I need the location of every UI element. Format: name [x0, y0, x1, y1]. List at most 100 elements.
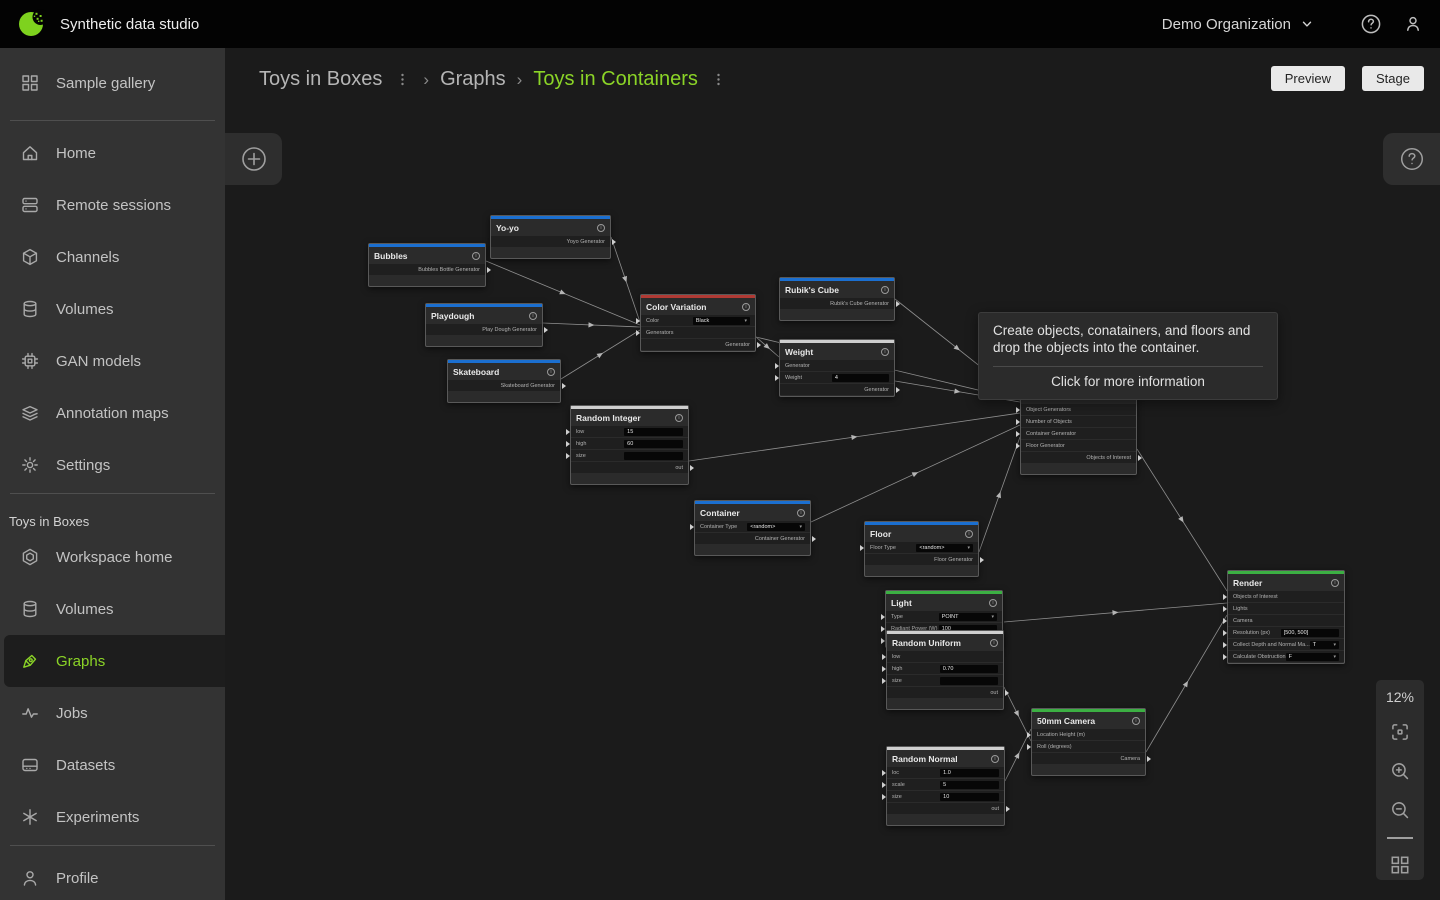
- input-port-icon[interactable]: [1016, 419, 1020, 425]
- node-output-row[interactable]: Generator: [641, 339, 755, 350]
- input-port-icon[interactable]: [881, 614, 885, 620]
- node-input-row[interactable]: size10: [887, 791, 1004, 802]
- node-input-row[interactable]: Number of Objects: [1021, 416, 1136, 427]
- node-input-row[interactable]: high60: [571, 438, 688, 449]
- sidebar-item-annotation-maps[interactable]: Annotation maps: [0, 387, 225, 439]
- sidebar-item-sample-gallery[interactable]: Sample gallery: [0, 48, 225, 118]
- node-field[interactable]: 5: [940, 781, 999, 789]
- input-port-icon[interactable]: [881, 626, 885, 632]
- input-port-icon[interactable]: [1016, 431, 1020, 437]
- input-port-icon[interactable]: [1223, 654, 1227, 660]
- node-input-row[interactable]: Calculate ObstructionF▾: [1228, 651, 1344, 662]
- node-output-row[interactable]: out: [887, 687, 1003, 698]
- node-input-row[interactable]: low: [887, 651, 1003, 662]
- node-input-row[interactable]: Weight4: [780, 372, 894, 383]
- node-field[interactable]: 1.0: [940, 769, 999, 777]
- add-node-button[interactable]: [225, 133, 282, 185]
- org-selector[interactable]: Demo Organization: [1162, 16, 1314, 33]
- node-input-row[interactable]: Resolution (px)[500, 500]: [1228, 627, 1344, 638]
- input-port-icon[interactable]: [566, 453, 570, 459]
- node-input-row[interactable]: Roll (degrees): [1032, 741, 1145, 752]
- zoom-in-button[interactable]: [1388, 759, 1412, 783]
- input-port-icon[interactable]: [1223, 630, 1227, 636]
- kebab-menu-icon[interactable]: [393, 72, 412, 87]
- node-output-row[interactable]: Camera: [1032, 753, 1145, 764]
- input-port-icon[interactable]: [1223, 594, 1227, 600]
- sidebar-item-jobs[interactable]: Jobs: [0, 687, 225, 739]
- node-select[interactable]: POINT▾: [939, 613, 997, 621]
- preview-button[interactable]: Preview: [1271, 66, 1345, 91]
- output-port-icon[interactable]: [1147, 756, 1151, 762]
- input-port-icon[interactable]: [1016, 443, 1020, 449]
- node-output-row[interactable]: Play Dough Generator: [426, 324, 542, 335]
- info-icon[interactable]: i: [1331, 579, 1339, 587]
- graph-node-random-uniform[interactable]: Random Uniformilowhigh0.70sizeout: [886, 630, 1004, 710]
- output-port-icon[interactable]: [1006, 806, 1010, 812]
- sidebar-item-gan-models[interactable]: GAN models: [0, 335, 225, 387]
- graph-node-render[interactable]: RenderiObjects of InterestLightsCameraRe…: [1227, 570, 1345, 664]
- output-port-icon[interactable]: [1138, 455, 1142, 461]
- input-port-icon[interactable]: [775, 363, 779, 369]
- input-port-icon[interactable]: [636, 330, 640, 336]
- info-icon[interactable]: i: [965, 530, 973, 538]
- node-input-row[interactable]: size: [887, 675, 1003, 686]
- graph-node-container[interactable]: ContaineriContainer Type<random>▾Contain…: [694, 500, 811, 556]
- info-icon[interactable]: i: [547, 368, 555, 376]
- info-icon[interactable]: i: [675, 414, 683, 422]
- node-field[interactable]: 0.70: [940, 665, 998, 673]
- node-output-row[interactable]: Generator: [780, 384, 894, 395]
- minimap-button[interactable]: [1389, 854, 1411, 876]
- input-port-icon[interactable]: [1027, 744, 1031, 750]
- sidebar-item-channels[interactable]: Channels: [0, 231, 225, 283]
- node-field[interactable]: [624, 452, 683, 460]
- node-select[interactable]: F▾: [1286, 653, 1339, 661]
- node-output-row[interactable]: Rubik's Cube Generator: [780, 298, 894, 309]
- node-output-row[interactable]: Container Generator: [695, 533, 810, 544]
- node-input-row[interactable]: size: [571, 450, 688, 461]
- sidebar-item-remote-sessions[interactable]: Remote sessions: [0, 179, 225, 231]
- node-output-row[interactable]: Objects of Interest: [1021, 452, 1136, 463]
- output-port-icon[interactable]: [562, 383, 566, 389]
- node-input-row[interactable]: scale5: [887, 779, 1004, 790]
- graph-node-weight[interactable]: WeightiGeneratorWeight4Generator: [779, 339, 895, 397]
- node-input-row[interactable]: Container Generator: [1021, 428, 1136, 439]
- output-port-icon[interactable]: [690, 465, 694, 471]
- output-port-icon[interactable]: [487, 267, 491, 273]
- info-icon[interactable]: i: [472, 252, 480, 260]
- info-icon[interactable]: i: [881, 286, 889, 294]
- sidebar-item-settings[interactable]: Settings: [0, 439, 225, 491]
- node-output-row[interactable]: Floor Generator: [865, 554, 978, 565]
- output-port-icon[interactable]: [757, 342, 761, 348]
- input-port-icon[interactable]: [860, 545, 864, 551]
- breadcrumb-item-graphs[interactable]: Graphs: [440, 68, 506, 91]
- input-port-icon[interactable]: [882, 770, 886, 776]
- info-icon[interactable]: i: [990, 639, 998, 647]
- input-port-icon[interactable]: [1027, 732, 1031, 738]
- info-icon[interactable]: i: [881, 348, 889, 356]
- graph-canvas[interactable]: Toys in Boxes›Graphs›Toys in Containers …: [225, 48, 1440, 900]
- node-input-row[interactable]: Lights: [1228, 603, 1344, 614]
- node-field[interactable]: 60: [624, 440, 683, 448]
- fit-screen-button[interactable]: [1388, 720, 1412, 744]
- node-input-row[interactable]: Floor Type<random>▾: [865, 542, 978, 553]
- sidebar-item-experiments[interactable]: Experiments: [0, 791, 225, 843]
- input-port-icon[interactable]: [566, 441, 570, 447]
- input-port-icon[interactable]: [690, 524, 694, 530]
- output-port-icon[interactable]: [544, 327, 548, 333]
- input-port-icon[interactable]: [775, 375, 779, 381]
- node-output-row[interactable]: out: [571, 462, 688, 473]
- sidebar-item-workspace-home[interactable]: Workspace home: [0, 531, 225, 583]
- node-select[interactable]: <random>▾: [916, 544, 973, 552]
- node-input-row[interactable]: high0.70: [887, 663, 1003, 674]
- breadcrumb-item-toys-in-containers[interactable]: Toys in Containers: [533, 68, 698, 91]
- node-input-row[interactable]: Camera: [1228, 615, 1344, 626]
- node-select[interactable]: Black▾: [693, 317, 750, 325]
- input-port-icon[interactable]: [1223, 642, 1227, 648]
- node-select[interactable]: T▾: [1310, 641, 1339, 649]
- breadcrumb-item-toys-in-boxes[interactable]: Toys in Boxes: [259, 68, 382, 91]
- output-port-icon[interactable]: [1005, 690, 1009, 696]
- graph-node-random-integer[interactable]: Random Integerilow15high60sizeout: [570, 405, 689, 485]
- graph-node-playdough[interactable]: PlaydoughiPlay Dough Generator: [425, 303, 543, 347]
- graph-node-skateboard[interactable]: SkateboardiSkateboard Generator: [447, 359, 561, 403]
- node-field[interactable]: 4: [832, 374, 889, 382]
